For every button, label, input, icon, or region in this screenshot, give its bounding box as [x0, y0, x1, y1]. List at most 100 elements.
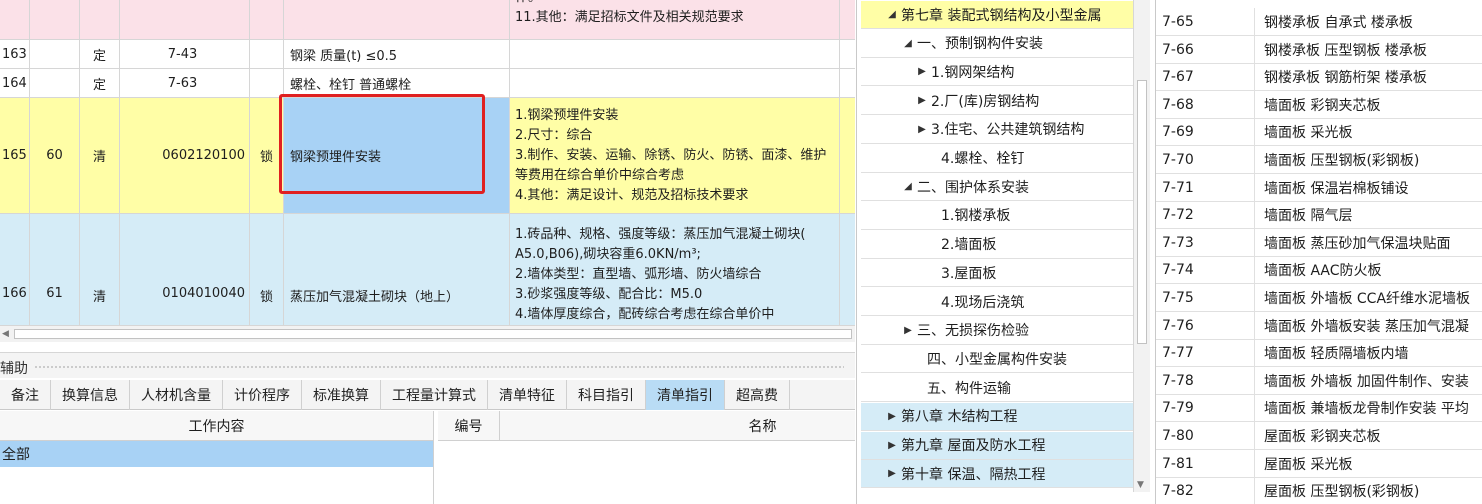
tree-chapter-node[interactable]: ▶ 第九章 屋面及防水工程 — [861, 431, 1133, 460]
lock-cell[interactable]: 锁 — [250, 98, 284, 213]
code-cell[interactable] — [120, 0, 250, 39]
tree-node[interactable]: ◢ 二、围护体系安装 — [861, 173, 1133, 202]
type-cell[interactable]: 定 — [80, 40, 120, 68]
quota-row[interactable]: 7-78 墙面板 外墙板 加固件制作、安装 — [1156, 366, 1482, 395]
seq-cell[interactable] — [30, 69, 80, 97]
quota-row[interactable]: 7-71 墙面板 保温岩棉板铺设 — [1156, 173, 1482, 202]
name-cell[interactable]: 钢梁 质量(t) ≤0.5 — [284, 40, 510, 68]
code-cell[interactable]: 7-43 — [120, 40, 250, 68]
tree-node[interactable]: ▶ 3.住宅、公共建筑钢结构 — [861, 116, 1133, 144]
tree-node[interactable]: ▶ 1.钢网架结构 — [861, 58, 1133, 87]
name-cell[interactable]: 螺栓、栓钉 普通螺栓 — [284, 69, 510, 97]
lock-cell[interactable]: 锁 — [250, 214, 284, 325]
tree-node[interactable]: 4.螺栓、栓钉 — [861, 145, 1133, 173]
collapse-arrow-icon[interactable]: ◢ — [901, 38, 915, 49]
scroll-left-icon[interactable]: ◀ — [2, 329, 9, 339]
tree-chapter-node[interactable]: ▶ 第八章 木结构工程 — [861, 402, 1133, 431]
tree-node[interactable]: 五、构件运输 — [861, 374, 1133, 403]
code-cell[interactable]: 0602120100 — [120, 98, 250, 213]
tree-node[interactable]: ▶ 三、无损探伤检验 — [861, 317, 1133, 345]
tree-node[interactable]: ◢ 一、预制钢构件安装 — [861, 30, 1133, 58]
aux-panel-header[interactable]: 辅助 — [0, 352, 855, 378]
lock-cell[interactable] — [250, 40, 284, 68]
expand-arrow-icon[interactable]: ▶ — [885, 468, 899, 479]
tree-node[interactable]: ◢ 第七章 装配式钢结构及小型金属 — [861, 1, 1133, 29]
tree-node[interactable]: 1.钢楼承板 — [861, 202, 1133, 230]
tree-node[interactable]: 3.屋面板 — [861, 259, 1133, 288]
quota-row[interactable]: 7-76 墙面板 外墙板安装 蒸压加气混凝 — [1156, 311, 1482, 340]
quota-row[interactable]: 7-68 墙面板 彩钢夹芯板 — [1156, 90, 1482, 119]
features-cell[interactable] — [510, 40, 840, 68]
tab-bill-guide[interactable]: 清单指引 — [646, 380, 725, 410]
quota-row[interactable]: 7-70 墙面板 压型钢板(彩钢板) — [1156, 146, 1482, 174]
name-cell[interactable]: 钢梁预埋件安装 — [284, 98, 510, 213]
tree-node[interactable]: 2.墙面板 — [861, 231, 1133, 259]
seq-cell[interactable] — [30, 0, 80, 39]
lock-cell[interactable] — [250, 0, 284, 39]
grid-row[interactable]: 163 定 7-43 钢梁 质量(t) ≤0.5 — [0, 40, 855, 69]
tab-bill-features[interactable]: 清单特征 — [488, 380, 567, 410]
col-header-name[interactable]: 名称 — [500, 411, 855, 441]
quota-row[interactable]: 7-75 墙面板 外墙板 CCA纤维水泥墙板 — [1156, 284, 1482, 312]
scrollbar-thumb[interactable] — [1137, 80, 1147, 344]
expand-arrow-icon[interactable]: ▶ — [901, 325, 915, 336]
type-cell[interactable] — [80, 0, 120, 39]
seq-cell[interactable]: 60 — [30, 98, 80, 213]
tab-standard-conversion[interactable]: 标准换算 — [302, 380, 381, 410]
expand-arrow-icon[interactable]: ▶ — [885, 411, 899, 422]
drag-grip[interactable] — [34, 365, 844, 369]
quota-row[interactable]: 7-82 屋面板 压型钢板(彩钢板) — [1156, 477, 1482, 504]
grid-row-selected[interactable]: 165 60 清 0602120100 锁 钢梁预埋件安装 1.钢梁预埋件安装 … — [0, 98, 855, 214]
grid-row[interactable]: 166 61 清 0104010040 锁 蒸压加气混凝土砌块（地上） 1.砖品… — [0, 214, 855, 325]
quota-row[interactable]: 7-80 屋面板 彩钢夹芯板 — [1156, 422, 1482, 450]
grid-row[interactable]: 作。 11.其他：满足招标文件及相关规范要求 — [0, 0, 855, 40]
type-cell[interactable]: 清 — [80, 98, 120, 213]
quota-row[interactable]: 7-73 墙面板 蒸压砂加气保温块贴面 — [1156, 228, 1482, 257]
tab-remarks[interactable]: 备注 — [0, 380, 51, 410]
quota-row[interactable]: 7-67 钢楼承板 钢筋桁架 楼承板 — [1156, 63, 1482, 92]
features-cell[interactable]: 1.砖品种、规格、强度等级：蒸压加气混凝土砌块( A5.0,B06),砌块容重6… — [510, 214, 840, 325]
expand-arrow-icon[interactable]: ▶ — [915, 95, 929, 106]
expand-arrow-icon[interactable]: ▶ — [915, 66, 929, 77]
expand-arrow-icon[interactable]: ▶ — [915, 124, 929, 135]
quota-row[interactable]: 7-66 钢楼承板 压型钢板 楼承板 — [1156, 35, 1482, 64]
tab-quantity-formula[interactable]: 工程量计算式 — [381, 380, 488, 410]
lock-cell[interactable] — [250, 69, 284, 97]
quota-row[interactable]: 7-72 墙面板 隔气层 — [1156, 201, 1482, 230]
type-cell[interactable]: 定 — [80, 69, 120, 97]
work-content-item-all[interactable]: 全部 — [0, 441, 433, 467]
name-cell[interactable] — [284, 0, 510, 39]
tree-node[interactable]: 4.现场后浇筑 — [861, 288, 1133, 316]
collapse-arrow-icon[interactable]: ◢ — [901, 181, 915, 192]
features-cell[interactable]: 1.钢梁预埋件安装 2.尺寸：综合 3.制作、安装、运输、除锈、防火、防锈、面漆… — [510, 98, 840, 213]
quota-row[interactable]: 7-69 墙面板 采光板 — [1156, 118, 1482, 147]
quota-row[interactable]: 7-77 墙面板 轻质隔墙板内墙 — [1156, 339, 1482, 368]
horizontal-scrollbar[interactable]: ◀ — [0, 325, 855, 342]
tab-subject-guide[interactable]: 科目指引 — [567, 380, 646, 410]
tab-height-fee[interactable]: 超高费 — [725, 380, 790, 410]
code-cell[interactable]: 7-63 — [120, 69, 250, 97]
quota-row[interactable]: 7-74 墙面板 AAC防火板 — [1156, 256, 1482, 285]
tree-node[interactable]: 四、小型金属构件安装 — [861, 345, 1133, 374]
scroll-down-icon[interactable]: ▼ — [1137, 480, 1144, 490]
tab-conversion-info[interactable]: 换算信息 — [51, 380, 130, 410]
tab-pricing-procedure[interactable]: 计价程序 — [223, 380, 302, 410]
grid-row[interactable]: 164 定 7-63 螺栓、栓钉 普通螺栓 — [0, 69, 855, 98]
col-header-code[interactable]: 编号 — [438, 411, 500, 441]
quota-row[interactable]: 7-65 钢楼承板 自承式 楼承板 — [1156, 8, 1482, 36]
features-cell[interactable]: 作。 11.其他：满足招标文件及相关规范要求 — [510, 0, 840, 39]
code-cell[interactable]: 0104010040 — [120, 214, 250, 325]
expand-arrow-icon[interactable]: ▶ — [885, 440, 899, 451]
collapse-arrow-icon[interactable]: ◢ — [885, 9, 899, 20]
tree-vertical-scrollbar[interactable]: ▼ — [1133, 0, 1150, 492]
tab-resource-content[interactable]: 人材机含量 — [130, 380, 223, 410]
scrollbar-thumb[interactable] — [14, 329, 852, 339]
quota-row[interactable]: 7-81 屋面板 采光板 — [1156, 449, 1482, 478]
tree-chapter-node[interactable]: ▶ 第十章 保温、隔热工程 — [861, 460, 1133, 489]
features-cell[interactable] — [510, 69, 840, 97]
seq-cell[interactable]: 61 — [30, 214, 80, 325]
seq-cell[interactable] — [30, 40, 80, 68]
quota-row[interactable]: 7-79 墙面板 兼墙板龙骨制作安装 平均 — [1156, 394, 1482, 423]
type-cell[interactable]: 清 — [80, 214, 120, 325]
name-cell[interactable]: 蒸压加气混凝土砌块（地上） — [284, 214, 510, 325]
